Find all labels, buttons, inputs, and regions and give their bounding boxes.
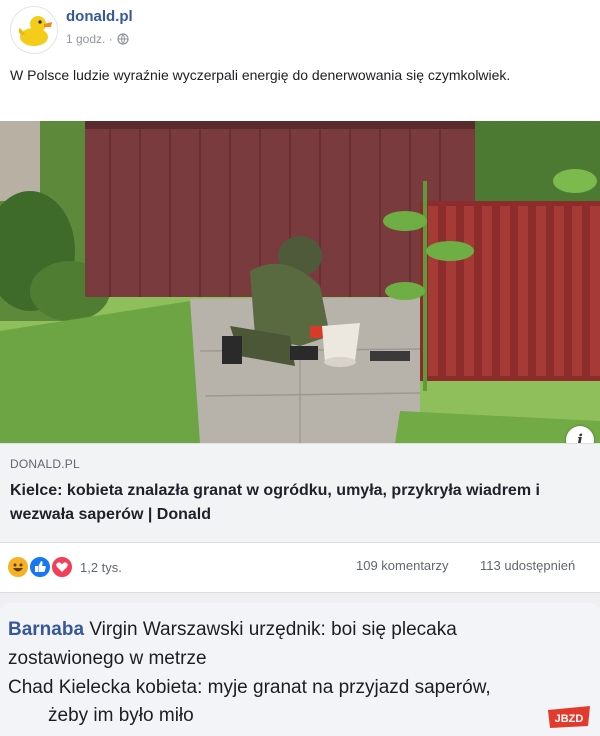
comment-line-3: Chad Kielecka kobieta: myje granat na pr… [8,677,491,698]
comment-text-1: Virgin Warszawski urzędnik: boi się plec… [89,619,457,640]
comment-line-4: żeby im było miło [48,705,194,726]
comment-author[interactable]: Barnaba [8,619,84,640]
link-card[interactable]: DONALD.PL Kielce: kobieta znalazła grana… [0,443,600,543]
page-name-link[interactable]: donald.pl [66,8,133,25]
page-avatar[interactable] [10,6,58,54]
link-title[interactable]: Kielce: kobieta znalazła granat w ogródk… [10,479,570,527]
globe-icon [117,33,129,45]
shares-count[interactable]: 113 udostępnień [480,558,575,573]
love-reaction-icon[interactable] [50,555,74,579]
duck-avatar-icon [11,7,57,53]
jbzd-watermark-logo: JBZD [548,706,590,728]
garden-photo [0,121,600,443]
svg-text:JBZD: JBZD [555,713,584,725]
comment-bubble: Barnaba Virgin Warszawski urzędnik: boi … [0,603,600,736]
post-time[interactable]: 1 godz. · [66,32,113,46]
comment-line-1: Barnaba Virgin Warszawski urzędnik: boi … [8,619,457,641]
comment-area: Barnaba Virgin Warszawski urzędnik: boi … [0,592,600,736]
comments-count[interactable]: 109 komentarzy [356,558,449,573]
post-text: W Polsce ludzie wyraźnie wyczerpali ener… [10,67,511,83]
like-reaction-icon[interactable] [28,555,52,579]
post-header: donald.pl 1 godz. · [0,0,600,58]
post-meta: 1 godz. · [66,32,129,46]
reactions-bar: 1,2 tys. 109 komentarzy 113 udostępnień [0,543,600,585]
comment-line-2: zostawionego w metrze [8,648,207,669]
reaction-count[interactable]: 1,2 tys. [80,560,122,575]
link-preview-image[interactable] [0,121,600,443]
link-domain: DONALD.PL [10,457,80,471]
haha-reaction-icon[interactable] [6,555,30,579]
